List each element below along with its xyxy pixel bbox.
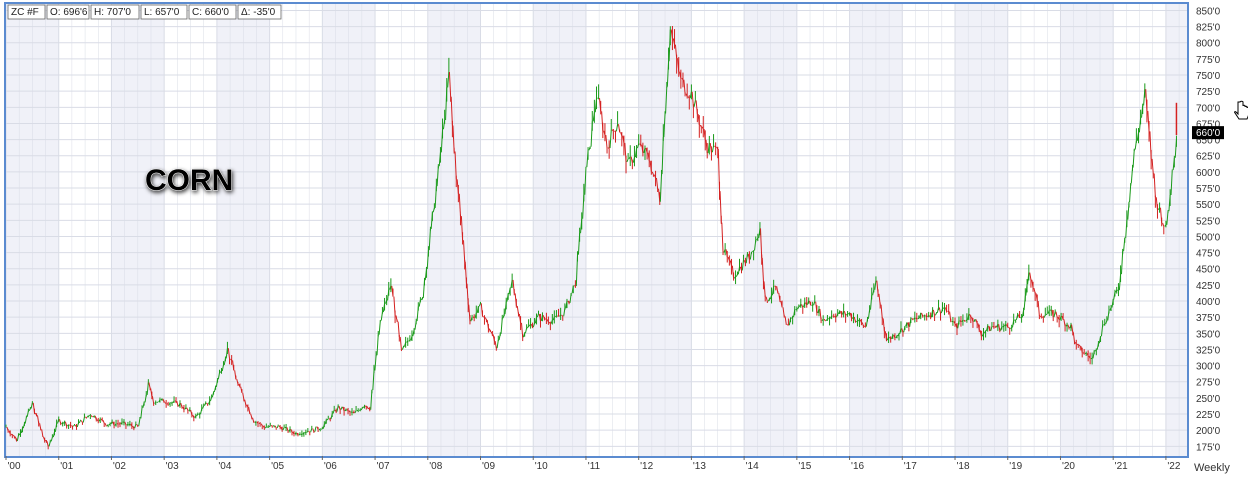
price-segment bbox=[1076, 343, 1079, 346]
y-tick-label: 750'0 bbox=[1196, 71, 1221, 82]
y-tick-label: 275'0 bbox=[1196, 378, 1221, 389]
x-tick-label: '21 bbox=[1115, 461, 1128, 472]
y-tick-label: 325'0 bbox=[1196, 345, 1221, 356]
y-tick-label: 550'0 bbox=[1196, 200, 1221, 211]
price-segment bbox=[108, 423, 111, 426]
last-price-tag: 660'0 bbox=[1192, 126, 1224, 140]
y-tick-label: 825'0 bbox=[1196, 23, 1221, 34]
x-tick-label: '00 bbox=[7, 461, 20, 472]
price-segment bbox=[1049, 309, 1052, 311]
last-price-tag-label: 660'0 bbox=[1196, 128, 1221, 139]
x-tick-label: '12 bbox=[640, 461, 653, 472]
y-tick-label: 700'0 bbox=[1196, 103, 1221, 114]
y-tick-label: 250'0 bbox=[1196, 394, 1221, 405]
price-segment bbox=[554, 315, 557, 318]
y-tick-label: 500'0 bbox=[1196, 232, 1221, 243]
x-tick-label: '20 bbox=[1062, 461, 1075, 472]
y-tick-label: 525'0 bbox=[1196, 216, 1221, 227]
change-label: Δ: -35'0 bbox=[241, 7, 276, 18]
y-tick-label: 625'0 bbox=[1196, 152, 1221, 163]
x-tick-label: '16 bbox=[851, 461, 864, 472]
price-segment bbox=[160, 398, 163, 401]
y-tick-label: 225'0 bbox=[1196, 410, 1221, 421]
y-tick-label: 175'0 bbox=[1196, 442, 1221, 453]
price-segment bbox=[1082, 352, 1085, 354]
low-label: L: 657'0 bbox=[144, 7, 180, 18]
price-chart[interactable]: ZC #F O: 696'6 H: 707'0 L: 657'0 C: 660'… bbox=[0, 0, 1248, 484]
x-tick-label: '22 bbox=[1167, 461, 1180, 472]
price-segment bbox=[557, 315, 559, 317]
price-segment bbox=[965, 319, 968, 322]
price-segment bbox=[1039, 315, 1042, 318]
y-tick-label: 850'0 bbox=[1196, 6, 1221, 17]
y-tick-label: 425'0 bbox=[1196, 281, 1221, 292]
price-segment bbox=[308, 431, 311, 433]
y-tick-label: 400'0 bbox=[1196, 297, 1221, 308]
price-segment bbox=[963, 319, 966, 322]
price-segment bbox=[1041, 316, 1044, 319]
x-tick-label: '17 bbox=[904, 461, 917, 472]
x-tick-label: '03 bbox=[166, 461, 179, 472]
y-tick-label: 475'0 bbox=[1196, 249, 1221, 260]
x-tick-label: '08 bbox=[429, 461, 442, 472]
x-tick-label: '14 bbox=[746, 461, 759, 472]
y-tick-label: 725'0 bbox=[1196, 87, 1221, 98]
high-label: H: 707'0 bbox=[94, 7, 131, 18]
corn-annotation: CORN bbox=[145, 164, 233, 197]
y-tick-label: 450'0 bbox=[1196, 265, 1221, 276]
ohlc-header: ZC #F O: 696'6 H: 707'0 L: 657'0 C: 660'… bbox=[7, 4, 282, 20]
x-tick-label: '19 bbox=[1009, 461, 1022, 472]
x-tick-label: '11 bbox=[588, 461, 601, 472]
timeframe-label[interactable]: Weekly bbox=[1194, 462, 1230, 474]
price-segment bbox=[122, 421, 125, 423]
y-tick-label: 575'0 bbox=[1196, 184, 1221, 195]
price-segment bbox=[71, 425, 73, 427]
x-tick-label: '10 bbox=[535, 461, 548, 472]
price-segment bbox=[911, 318, 914, 320]
x-tick-label: '09 bbox=[482, 461, 495, 472]
y-tick-label: 775'0 bbox=[1196, 55, 1221, 66]
price-segment bbox=[863, 325, 866, 328]
x-tick-label: '06 bbox=[324, 461, 337, 472]
price-segment bbox=[320, 428, 323, 430]
x-tick-label: '05 bbox=[271, 461, 284, 472]
close-label: C: 660'0 bbox=[192, 7, 229, 18]
y-tick-label: 375'0 bbox=[1196, 313, 1221, 324]
price-segment bbox=[856, 320, 858, 323]
x-tick-label: '01 bbox=[60, 461, 73, 472]
y-tick-label: 350'0 bbox=[1196, 329, 1221, 340]
y-tick-label: 800'0 bbox=[1196, 39, 1221, 50]
x-tick-label: '04 bbox=[218, 461, 231, 472]
year-stripe bbox=[1165, 4, 1187, 456]
x-tick-label: '18 bbox=[956, 461, 969, 472]
y-tick-label: 200'0 bbox=[1196, 426, 1221, 437]
x-tick-label: '13 bbox=[693, 461, 706, 472]
symbol-label: ZC #F bbox=[11, 7, 39, 18]
open-label: O: 696'6 bbox=[50, 7, 88, 18]
price-segment bbox=[786, 324, 789, 326]
price-segment bbox=[69, 424, 71, 426]
y-tick-label: 300'0 bbox=[1196, 362, 1221, 373]
price-segment bbox=[128, 423, 131, 426]
x-tick-label: '02 bbox=[113, 461, 126, 472]
y-tick-label: 600'0 bbox=[1196, 168, 1221, 179]
x-tick-label: '15 bbox=[798, 461, 811, 472]
x-tick-label: '07 bbox=[377, 461, 390, 472]
price-segment bbox=[544, 318, 547, 320]
